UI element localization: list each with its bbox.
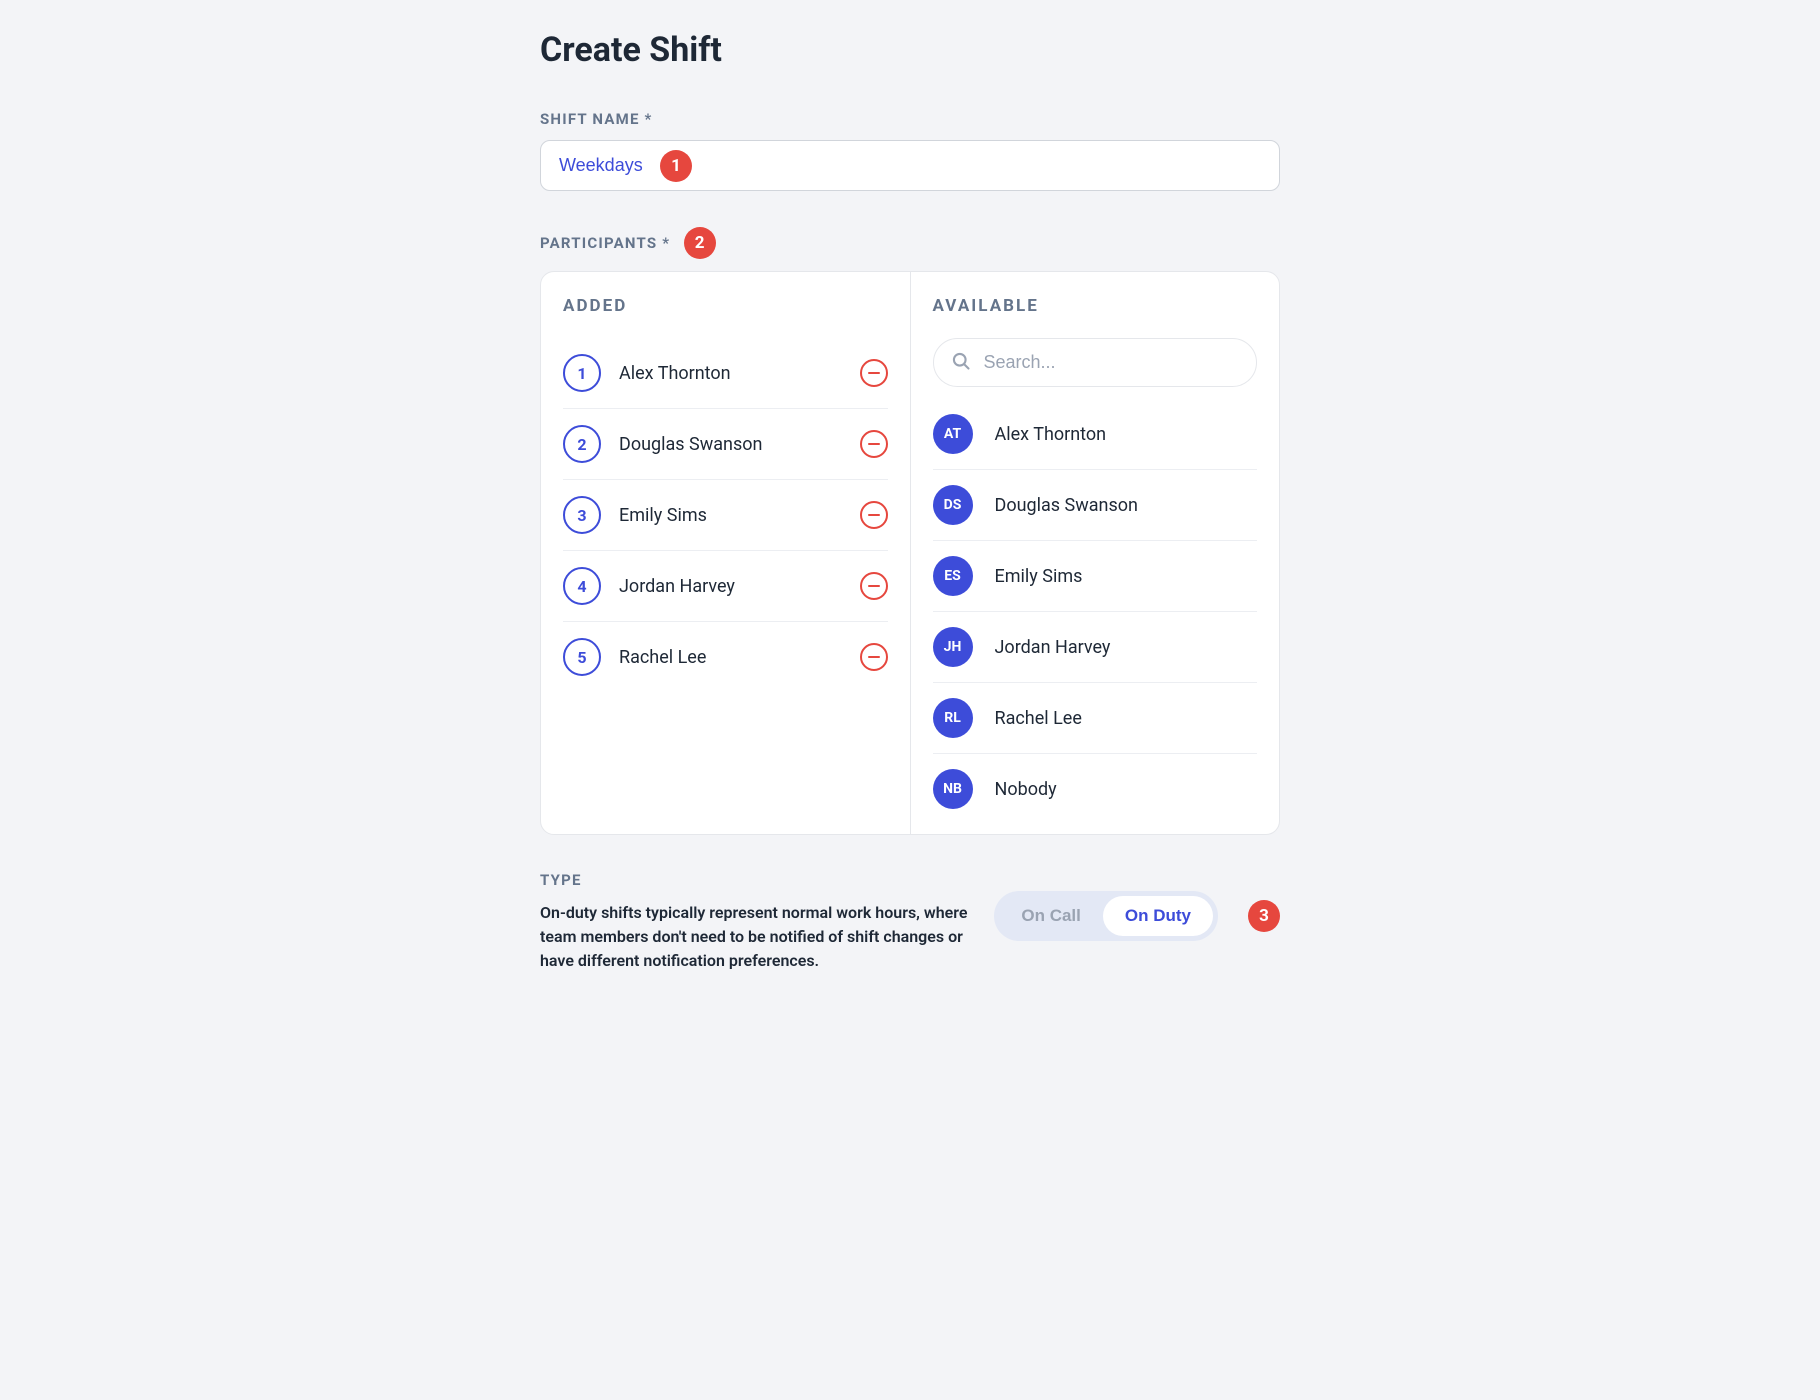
remove-icon[interactable] [860,501,888,529]
added-name: Jordan Harvey [619,576,860,597]
participants-panel: ADDED 1 Alex Thornton 2 Douglas Swanson 3 Emi… [540,271,1280,835]
type-toggle: On Call On Duty [994,891,1218,941]
available-name: Alex Thornton [995,424,1258,445]
shift-name-input-wrap: 1 [540,140,1280,191]
available-row[interactable]: RL Rachel Lee [933,683,1258,754]
type-description: On-duty shifts typically represent norma… [540,901,970,973]
order-badge: 1 [563,354,601,392]
available-name: Jordan Harvey [995,637,1258,658]
added-row[interactable]: 5 Rachel Lee [563,622,888,692]
toggle-on-call[interactable]: On Call [999,896,1103,936]
added-name: Alex Thornton [619,363,860,384]
avatar: DS [933,485,973,525]
type-right: On Call On Duty 3 [994,871,1280,941]
shift-name-label: SHIFT NAME * [540,110,1280,128]
added-column: ADDED 1 Alex Thornton 2 Douglas Swanson 3 Emi… [541,272,911,834]
toggle-on-duty[interactable]: On Duty [1103,896,1213,936]
order-badge: 4 [563,567,601,605]
available-header: AVAILABLE [933,296,1258,316]
added-name: Rachel Lee [619,647,860,668]
type-section: TYPE On-duty shifts typically represent … [540,871,1280,973]
available-row[interactable]: ES Emily Sims [933,541,1258,612]
page-title: Create Shift [540,30,1280,70]
callout-badge-1: 1 [660,150,692,182]
added-name: Douglas Swanson [619,434,860,455]
available-name: Nobody [995,779,1258,800]
added-name: Emily Sims [619,505,860,526]
participants-label: PARTICIPANTS * 2 [540,227,1280,259]
added-list: 1 Alex Thornton 2 Douglas Swanson 3 Emily Sim… [563,338,888,692]
participants-label-text: PARTICIPANTS * [540,234,670,252]
avatar: NB [933,769,973,809]
order-badge: 2 [563,425,601,463]
remove-icon[interactable] [860,572,888,600]
remove-icon[interactable] [860,430,888,458]
order-badge: 5 [563,638,601,676]
available-row[interactable]: AT Alex Thornton [933,399,1258,470]
available-list: AT Alex Thornton DS Douglas Swanson ES Emily … [933,399,1258,824]
available-row[interactable]: JH Jordan Harvey [933,612,1258,683]
added-row[interactable]: 2 Douglas Swanson [563,409,888,480]
callout-badge-3: 3 [1248,900,1280,932]
avatar: AT [933,414,973,454]
callout-badge-2: 2 [684,227,716,259]
available-row[interactable]: NB Nobody [933,754,1258,824]
shift-name-section: SHIFT NAME * 1 [540,110,1280,191]
type-text: TYPE On-duty shifts typically represent … [540,871,970,973]
shift-name-input[interactable] [540,140,1280,191]
search-icon [951,351,971,375]
avatar: ES [933,556,973,596]
added-row[interactable]: 3 Emily Sims [563,480,888,551]
added-row[interactable]: 1 Alex Thornton [563,338,888,409]
added-row[interactable]: 4 Jordan Harvey [563,551,888,622]
avatar: JH [933,627,973,667]
search-wrap [933,338,1258,387]
remove-icon[interactable] [860,359,888,387]
avatar: RL [933,698,973,738]
added-header: ADDED [563,296,888,316]
remove-icon[interactable] [860,643,888,671]
participants-section: PARTICIPANTS * 2 ADDED 1 Alex Thornton 2 Do… [540,227,1280,835]
available-row[interactable]: DS Douglas Swanson [933,470,1258,541]
order-badge: 3 [563,496,601,534]
available-name: Rachel Lee [995,708,1258,729]
available-name: Douglas Swanson [995,495,1258,516]
participant-search-input[interactable] [933,338,1258,387]
type-label: TYPE [540,871,970,889]
available-column: AVAILABLE AT Alex Thornton DS Douglas Swans… [911,272,1280,834]
available-name: Emily Sims [995,566,1258,587]
